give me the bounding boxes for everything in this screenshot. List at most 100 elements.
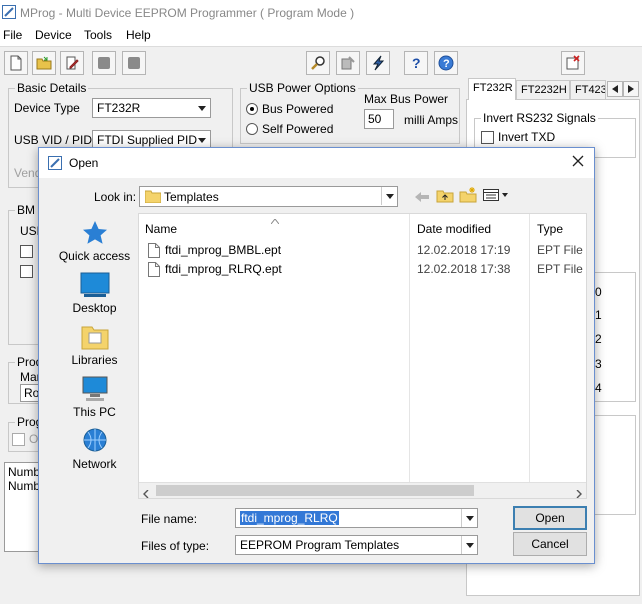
self-powered-radio[interactable] <box>246 123 258 135</box>
vid-pid-label: USB VID / PID <box>14 133 93 147</box>
file-list[interactable]: Name Date modified Type ftdi_mprog_BMBL.… <box>138 213 587 499</box>
open-file-button[interactable] <box>32 51 56 75</box>
usb-power-title: USB Power Options <box>247 81 358 95</box>
filetype-select[interactable]: EEPROM Program Templates <box>235 535 478 555</box>
bus-powered-radio[interactable] <box>246 103 258 115</box>
sort-up-icon <box>270 213 280 227</box>
chevron-left-icon <box>612 85 618 93</box>
edit-button[interactable] <box>60 51 84 75</box>
disabled-button-1[interactable] <box>92 51 116 75</box>
tab-scroll-left[interactable] <box>607 81 623 97</box>
tab-ft232r[interactable]: FT232R <box>468 78 516 100</box>
new-folder-icon[interactable] <box>459 187 477 206</box>
menu-device[interactable]: Device <box>35 28 72 42</box>
place-libraries[interactable]: Libraries <box>47 323 142 367</box>
look-in-select[interactable]: Templates <box>139 186 398 207</box>
toolbar: ? ? <box>0 46 642 78</box>
app-icon <box>2 5 16 22</box>
close-icon[interactable] <box>572 155 584 170</box>
tab-ft423[interactable]: FT423 <box>570 80 606 100</box>
file-type: EPT File <box>537 243 583 257</box>
bm-checkbox-2[interactable] <box>20 265 33 278</box>
filename-label: File name: <box>141 512 198 526</box>
right-group-lower <box>594 415 636 515</box>
place-network[interactable]: Network <box>47 427 142 471</box>
vid-pid-value: FTDI Supplied PID <box>97 133 198 147</box>
file-row[interactable]: ftdi_mprog_BMBL.ept 12.02.2018 17:19 EPT… <box>139 241 586 260</box>
place-label: Network <box>72 457 117 471</box>
place-quick-access[interactable]: Quick access <box>47 219 142 263</box>
tab-scroll-right[interactable] <box>623 81 639 97</box>
basic-details-title: Basic Details <box>15 81 89 95</box>
tab-ft2232h[interactable]: FT2232H <box>516 80 570 100</box>
new-file-button[interactable] <box>4 51 28 75</box>
cbus-1-label: 1 <box>595 308 602 322</box>
file-date: 12.02.2018 17:38 <box>417 262 511 276</box>
search-device-button[interactable] <box>306 51 330 75</box>
column-name[interactable]: Name <box>145 222 177 236</box>
dialog-body: Look in: Templates Quick access Desktop … <box>39 178 594 563</box>
scrollbar-thumb[interactable] <box>156 485 474 496</box>
svg-text:?: ? <box>443 58 450 70</box>
cancel-button[interactable]: Cancel <box>513 532 587 556</box>
chevron-right-icon <box>628 85 634 93</box>
place-label: This PC <box>73 405 116 419</box>
star-icon <box>82 221 107 244</box>
menu-help[interactable]: Help <box>126 28 151 42</box>
place-label: Desktop <box>72 301 117 315</box>
view-menu-icon[interactable] <box>483 189 509 204</box>
open-folder-icon <box>36 56 52 70</box>
scroll-left-icon[interactable] <box>143 487 149 501</box>
invert-txd-checkbox[interactable] <box>481 131 494 144</box>
window-titlebar: MProg - Multi Device EEPROM Programmer (… <box>0 0 642 26</box>
filetype-value: EEPROM Program Templates <box>240 538 400 552</box>
disabled-icon <box>128 57 140 69</box>
erase-button[interactable] <box>336 51 360 75</box>
dialog-title: Open <box>69 156 99 170</box>
program-option-label: O <box>29 432 39 446</box>
filename-input[interactable]: ftdi_mprog_RLRQ <box>235 508 478 528</box>
place-desktop[interactable]: Desktop <box>47 271 142 315</box>
device-type-label: Device Type <box>14 101 80 115</box>
computer-icon <box>82 376 107 401</box>
menu-tools[interactable]: Tools <box>84 28 112 42</box>
column-type[interactable]: Type <box>537 222 563 236</box>
back-arrow-icon[interactable] <box>415 191 429 205</box>
place-this-pc[interactable]: This PC <box>47 375 142 419</box>
place-label: Libraries <box>71 353 118 367</box>
file-icon <box>148 243 160 261</box>
cbus-4-label: 4 <box>595 381 602 395</box>
bus-powered-label: Bus Powered <box>262 102 334 116</box>
cbus-2-label: 2 <box>595 332 602 346</box>
scroll-right-icon[interactable] <box>576 487 582 501</box>
disabled-icon <box>98 57 110 69</box>
menu-file[interactable]: File <box>3 28 22 42</box>
chevron-down-icon <box>194 99 210 117</box>
program-option-checkbox[interactable] <box>12 433 25 446</box>
cbus-3-label: 3 <box>595 357 602 371</box>
horizontal-scrollbar[interactable] <box>139 482 586 501</box>
bm-checkbox-1[interactable] <box>20 245 33 258</box>
max-bus-power-input[interactable]: 50 <box>364 109 394 129</box>
network-icon <box>83 428 106 452</box>
column-date[interactable]: Date modified <box>417 222 491 236</box>
device-type-select[interactable]: FT232R <box>92 98 211 118</box>
info-globe-icon: ? <box>438 55 454 71</box>
file-icon <box>148 262 160 280</box>
file-name: ftdi_mprog_BMBL.ept <box>165 243 282 257</box>
help-button[interactable]: ? <box>404 51 428 75</box>
program-button[interactable] <box>366 51 390 75</box>
folder-icon <box>144 190 162 206</box>
close-file-button[interactable] <box>561 51 585 75</box>
dialog-titlebar: Open <box>39 148 594 178</box>
filename-value: ftdi_mprog_RLRQ <box>240 511 339 525</box>
svg-text:?: ? <box>412 55 421 71</box>
disabled-button-2[interactable] <box>122 51 146 75</box>
file-type: EPT File <box>537 262 583 276</box>
up-folder-icon[interactable] <box>436 187 454 206</box>
file-name: ftdi_mprog_RLRQ.ept <box>165 262 282 276</box>
about-button[interactable]: ? <box>434 51 458 75</box>
close-doc-icon <box>566 55 580 70</box>
file-row[interactable]: ftdi_mprog_RLRQ.ept 12.02.2018 17:38 EPT… <box>139 260 586 279</box>
open-button[interactable]: Open <box>513 506 587 530</box>
